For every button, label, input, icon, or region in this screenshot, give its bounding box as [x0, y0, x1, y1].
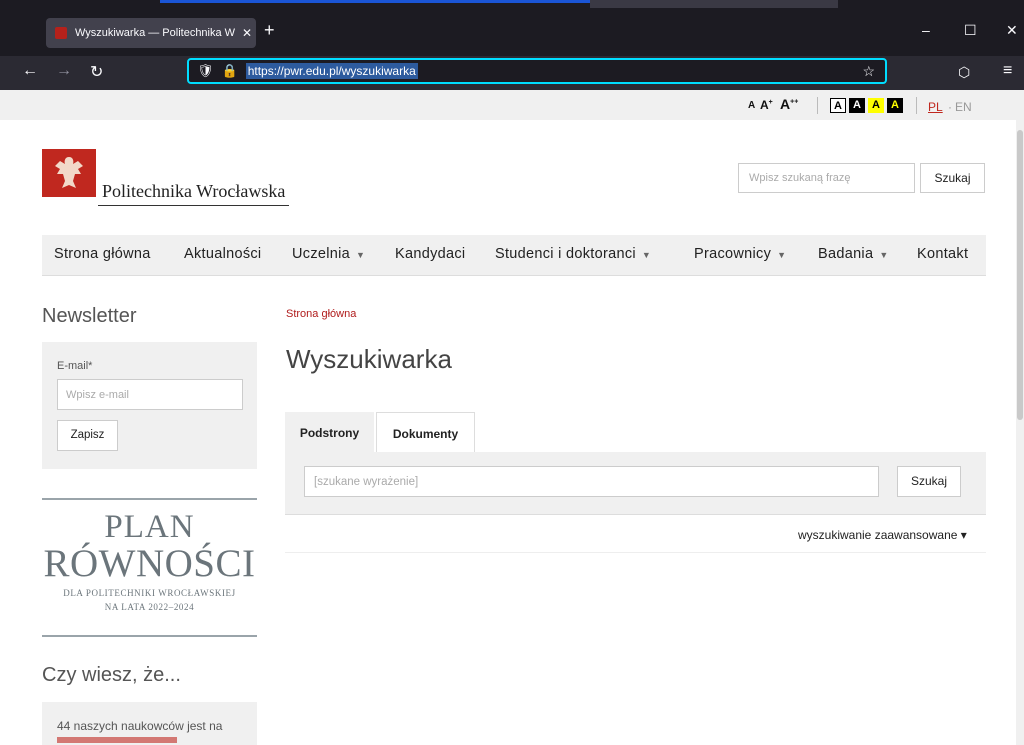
header-search-input[interactable]: Wpisz szukaną frazę: [738, 163, 915, 193]
chevron-down-icon: ▼: [777, 250, 787, 260]
link-highlight: [160, 0, 590, 3]
email-label: E-mail*: [57, 360, 93, 372]
menu-item-home[interactable]: Strona główna: [54, 246, 151, 262]
search-input[interactable]: [szukane wyrażenie]: [304, 466, 879, 497]
browser-navbar: ← → ↻ 🛡 🔒 https://pwr.edu.pl/wyszukiwark…: [0, 56, 1024, 90]
search-button[interactable]: Szukaj: [897, 466, 961, 497]
chevron-down-icon: ▼: [641, 250, 652, 260]
lang-pl-link[interactable]: PL: [928, 100, 943, 114]
breadcrumb[interactable]: Strona główna: [286, 308, 356, 320]
fact-title: Czy wiesz, że...: [42, 664, 181, 686]
menu-item-label: Uczelnia: [292, 246, 351, 262]
pwr-logo-icon[interactable]: [42, 149, 96, 197]
email-field[interactable]: Wpisz e-mail: [57, 379, 243, 410]
tab-close-icon[interactable]: ✕: [238, 26, 256, 40]
chevron-down-icon: ▼: [879, 250, 889, 260]
menu-item-news[interactable]: Aktualności: [184, 246, 261, 262]
close-window-button[interactable]: ✕: [1006, 22, 1018, 39]
browser-tab[interactable]: Wyszukiwarka — Politechnika W ✕: [46, 18, 256, 48]
url-text[interactable]: https://pwr.edu.pl/wyszukiwarka: [245, 63, 418, 79]
divider: [916, 97, 917, 114]
lang-separator: ·: [948, 100, 952, 114]
contrast-default[interactable]: A: [830, 98, 846, 113]
shield-icon[interactable]: 🛡: [197, 63, 214, 79]
pocket-icon[interactable]: ⬡: [958, 64, 970, 81]
font-size-small[interactable]: A: [748, 100, 755, 111]
browser-tabbar: Wyszukiwarka — Politechnika W ✕ + – ☐ ✕: [0, 0, 1024, 56]
plan-line2: RÓWNOŚCI: [43, 542, 256, 585]
lock-icon[interactable]: 🔒: [222, 63, 238, 79]
menu-item-students[interactable]: Studenci i doktoranci ▼: [495, 246, 651, 262]
equality-plan-banner[interactable]: PLAN RÓWNOŚCI DLA POLITECHNIKI WROCŁAWSK…: [42, 498, 257, 637]
contrast-yellow-black[interactable]: A: [868, 98, 884, 113]
newsletter-box: E-mail* Wpisz e-mail Zapisz: [42, 342, 257, 469]
forward-button[interactable]: →: [56, 62, 72, 80]
divider: [817, 97, 818, 114]
university-name[interactable]: Politechnika Wrocławska: [98, 181, 290, 206]
plan-line1: PLAN: [104, 509, 195, 545]
tab-documents[interactable]: Dokumenty: [376, 412, 475, 452]
advanced-search-toggle[interactable]: wyszukiwanie zaawansowane ▾: [798, 528, 967, 542]
font-size-large[interactable]: A++: [780, 96, 798, 112]
favicon-icon: [55, 27, 67, 39]
menu-item-candidates[interactable]: Kandydaci: [395, 246, 465, 262]
divider: [285, 552, 986, 553]
chevron-down-icon: ▼: [356, 250, 366, 260]
tab-title: Wyszukiwarka — Politechnika W: [75, 27, 236, 39]
accessibility-bar: A A+ A++ A A A A PL · EN: [0, 90, 1016, 120]
link-underlay: [590, 0, 838, 8]
fact-text: 44 naszych naukowców jest na: [57, 719, 223, 733]
back-button[interactable]: ←: [22, 62, 38, 80]
font-medium-letter: A: [760, 98, 769, 112]
fact-link[interactable]: [57, 737, 177, 743]
page-title: Wyszukiwarka: [286, 344, 452, 374]
tab-subpages[interactable]: Podstrony: [285, 412, 374, 452]
minimize-button[interactable]: –: [922, 22, 930, 38]
new-tab-button[interactable]: +: [264, 20, 275, 41]
font-medium-sup: +: [768, 99, 773, 106]
font-size-medium[interactable]: A+: [760, 98, 773, 112]
menu-item-research[interactable]: Badania ▼: [818, 246, 889, 262]
reload-button[interactable]: ↻: [90, 62, 103, 82]
contrast-black-yellow[interactable]: A: [887, 98, 903, 113]
header-search-button[interactable]: Szukaj: [920, 163, 985, 193]
font-large-sup: ++: [790, 98, 799, 106]
menu-item-label: Badania: [818, 246, 874, 262]
main-menu: Strona główna Aktualności Uczelnia ▼ Kand…: [42, 235, 986, 276]
contrast-black-white[interactable]: A: [849, 98, 865, 113]
fact-box: 44 naszych naukowców jest na: [42, 702, 257, 745]
maximize-button[interactable]: ☐: [964, 22, 977, 39]
menu-item-label: Studenci i doktoranci: [495, 246, 636, 262]
plan-line3: DLA POLITECHNIKI WROCŁAWSKIEJ: [63, 588, 236, 598]
url-bar[interactable]: 🛡 🔒 https://pwr.edu.pl/wyszukiwarka ☆: [187, 58, 887, 84]
scrollbar-thumb[interactable]: [1017, 130, 1023, 420]
menu-item-university[interactable]: Uczelnia ▼: [292, 246, 365, 262]
scrollbar[interactable]: [1016, 90, 1024, 745]
menu-icon[interactable]: ≡: [1003, 62, 1012, 80]
web-page: A A+ A++ A A A A PL · EN Politechnika Wr…: [0, 90, 1016, 745]
font-large-letter: A: [780, 96, 791, 112]
subscribe-button[interactable]: Zapisz: [57, 420, 118, 451]
search-tabs: Podstrony Dokumenty: [285, 412, 986, 452]
menu-item-contact[interactable]: Kontakt: [917, 246, 968, 262]
bookmark-star-icon[interactable]: ☆: [862, 63, 875, 80]
menu-item-label: Pracownicy: [694, 246, 772, 262]
search-panel: [szukane wyrażenie] Szukaj: [285, 452, 986, 515]
newsletter-title: Newsletter: [42, 305, 137, 327]
plan-line4: NA LATA 2022–2024: [104, 602, 195, 612]
eagle-icon: [55, 157, 83, 188]
lang-en-link[interactable]: EN: [955, 100, 972, 114]
menu-item-staff[interactable]: Pracownicy ▼: [694, 246, 786, 262]
